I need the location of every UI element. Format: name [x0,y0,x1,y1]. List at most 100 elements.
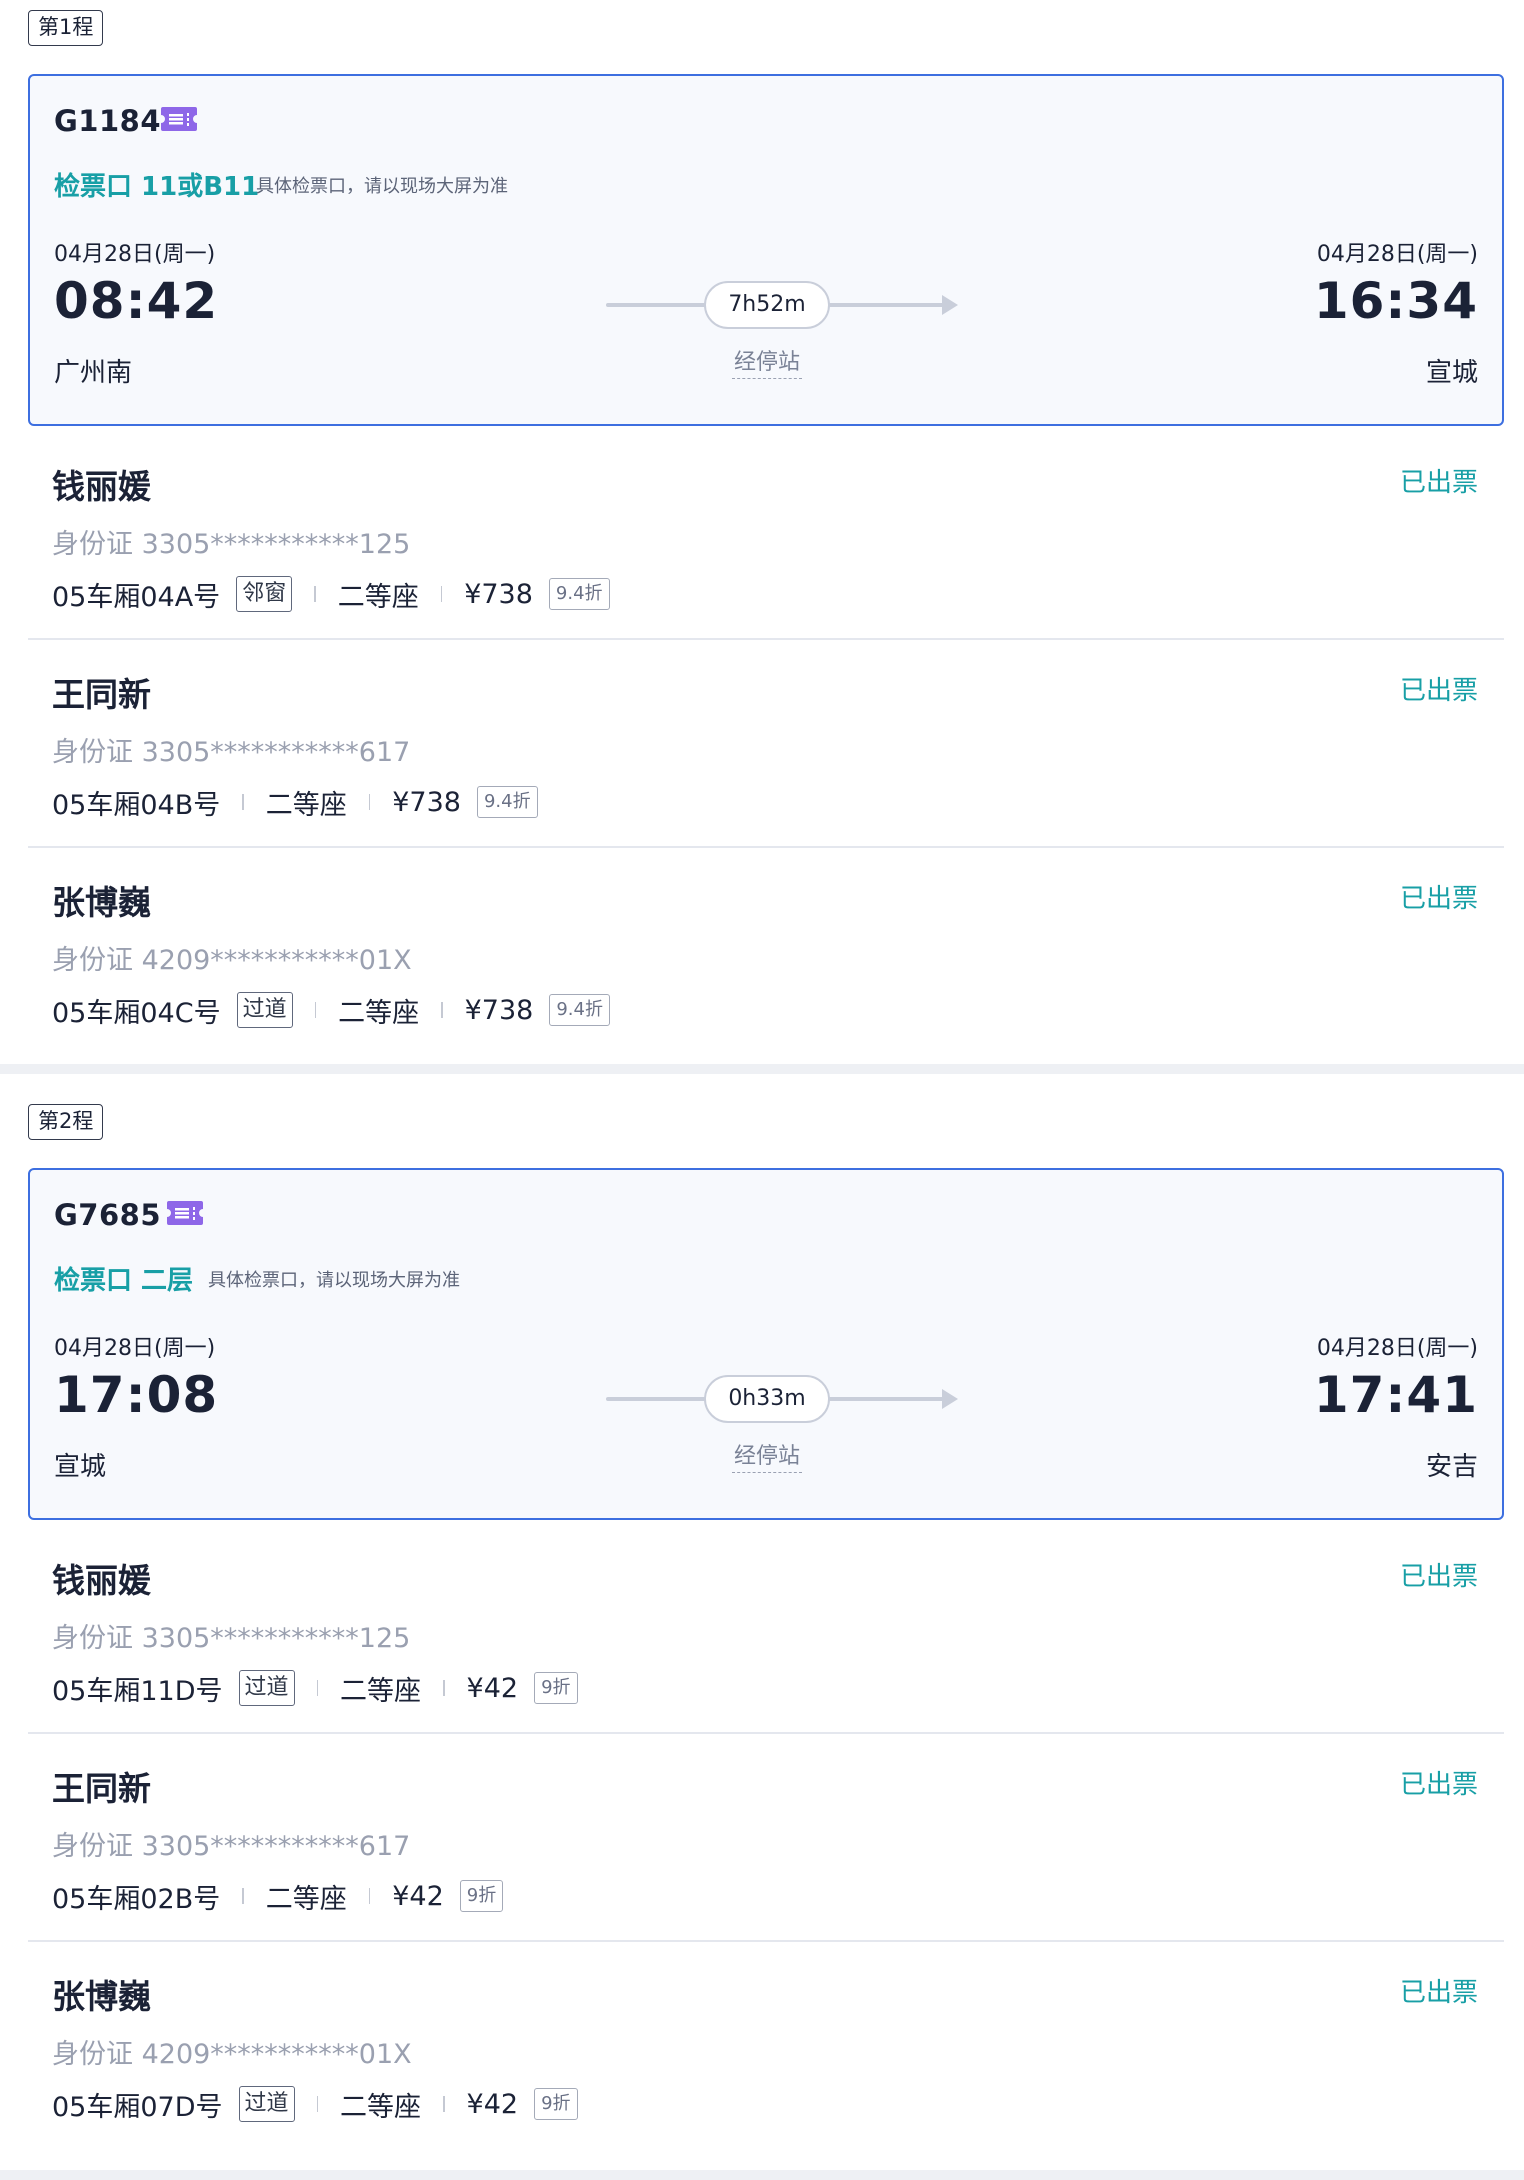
passenger-name: 王同新 [52,675,151,714]
passenger-id: 身份证 4209***********01X [52,2039,412,2070]
ticket-status: 已出票 [1399,884,1478,914]
seat-position-badge: 邻窗 [236,576,293,612]
seat-info: 05车厢04B号 二等座 ¥738 9.4折 [52,782,538,822]
ticket-gate: 检票口 11或B11 [54,172,260,202]
arrive-date: 04月28日(周一) [1316,242,1478,267]
seat-number: 05车厢02B号 [52,1883,221,1915]
seat-number: 05车厢04B号 [52,789,221,821]
divider [316,2096,319,2112]
route-arrow-icon [942,1389,958,1409]
ticket-status: 已出票 [1399,1562,1478,1592]
divider [314,586,316,602]
divider [443,2096,445,2112]
seat-info: 05车厢04A号 邻窗 二等座 ¥738 9.4折 [52,574,610,614]
passenger-name: 张博巍 [52,1977,151,2016]
ticket-price: ¥42 [466,1672,519,1704]
seat-position-badge: 过道 [238,1670,295,1706]
seat-class: 二等座 [340,1675,422,1707]
seat-info: 05车厢04C号 过道 二等座 ¥738 9.4折 [52,990,610,1030]
ticket-gate-note: 具体检票口，请以现场大屏为准 [256,176,508,197]
seat-class: 二等座 [265,1883,347,1915]
seat-class: 二等座 [265,789,347,821]
divider [441,1002,443,1018]
train-card[interactable]: G1184 检票口 11或B11 具体检票口，请以现场大屏为准 04月28日(周… [28,74,1504,426]
stops-link[interactable]: 经停站 [732,1438,802,1473]
ticket-price: ¥42 [392,1880,444,1912]
route-arrow-icon [942,295,958,315]
seat-info: 05车厢02B号 二等座 ¥42 9折 [52,1876,504,1916]
seat-number: 05车厢07D号 [52,2091,223,2123]
seat-position-badge: 过道 [236,992,293,1028]
passenger-name: 张博巍 [52,883,151,922]
depart-time: 08:42 [54,272,219,330]
trip-label: 第1程 [28,10,104,46]
train-card[interactable]: G7685 检票口 二层 具体检票口，请以现场大屏为准 04月28日(周一) 0… [28,1168,1504,1520]
ticket-price: ¥738 [464,578,533,610]
ticket-status: 已出票 [1399,676,1478,706]
arrive-time: 16:34 [1313,272,1478,330]
discount-badge: 9折 [534,1672,578,1704]
discount-badge: 9.4折 [476,786,538,818]
divider [443,1680,445,1696]
seat-class: 二等座 [340,2091,422,2123]
discount-badge: 9折 [534,2088,578,2120]
travel-duration: 7h52m [704,281,830,329]
trip-label: 第2程 [28,1104,104,1140]
seat-class: 二等座 [338,997,420,1029]
route-line [828,303,948,307]
passenger-row: 王同新 已出票 身份证 3305***********617 05车厢04B号 … [28,640,1504,848]
divider [440,586,443,602]
arrive-date: 04月28日(周一) [1316,1336,1478,1361]
seat-info: 05车厢11D号 过道 二等座 ¥42 9折 [52,1668,578,1708]
passenger-row: 钱丽媛 已出票 身份证 3305***********125 05车厢11D号 … [28,1526,1504,1734]
passenger-id: 身份证 3305***********617 [52,737,411,768]
trip-1: 第1程 G1184 检票口 11或B11 具体检票口，请以现场大屏为准 04月2… [0,0,1524,1064]
ticket-gate-note: 具体检票口，请以现场大屏为准 [208,1270,460,1291]
ticket-price: ¥42 [466,2088,519,2120]
passenger-id: 身份证 3305***********617 [52,1831,411,1862]
passenger-row: 张博巍 已出票 身份证 4209***********01X 05车厢07D号 … [28,1942,1504,2150]
passenger-id: 身份证 3305***********125 [52,1623,411,1654]
divider [368,794,371,810]
ticket-gate: 检票口 二层 [54,1266,194,1296]
ticket-price: ¥738 [464,994,534,1026]
train-number: G7685 [54,1198,162,1232]
passenger-name: 钱丽媛 [52,467,151,506]
discount-badge: 9.4折 [548,578,610,610]
ticket-price: ¥738 [392,786,461,818]
arrive-station: 宣城 [1425,358,1478,388]
divider [242,794,244,810]
ticket-status: 已出票 [1399,1978,1478,2008]
divider [242,1888,244,1904]
passenger-id: 身份证 4209***********01X [52,945,412,976]
divider [314,1002,317,1018]
depart-time: 17:08 [54,1366,219,1424]
depart-date: 04月28日(周一) [54,242,216,267]
ticket-icon[interactable] [160,106,198,132]
trip-2: 第2程 G7685 检票口 二层 具体检票口，请以现场大屏为准 04月28日(周… [0,1074,1524,2170]
seat-position-badge: 过道 [238,2086,295,2122]
ticket-status: 已出票 [1399,1770,1478,1800]
ticket-icon[interactable] [166,1200,204,1226]
arrive-time: 17:41 [1313,1366,1478,1424]
depart-station: 宣城 [54,1452,107,1482]
passenger-row: 王同新 已出票 身份证 3305***********617 05车厢02B号 … [28,1734,1504,1942]
seat-number: 05车厢11D号 [52,1675,223,1707]
route-line [828,1397,948,1401]
seat-info: 05车厢07D号 过道 二等座 ¥42 9折 [52,2084,578,2124]
discount-badge: 9.4折 [549,994,610,1026]
passenger-row: 张博巍 已出票 身份证 4209***********01X 05车厢04C号 … [28,848,1504,1056]
arrive-station: 安吉 [1425,1452,1478,1482]
trip-separator [0,2170,1524,2180]
depart-date: 04月28日(周一) [54,1336,216,1361]
passenger-row: 钱丽媛 已出票 身份证 3305***********125 05车厢04A号 … [28,432,1504,640]
divider [316,1680,319,1696]
passenger-id: 身份证 3305***********125 [52,529,411,560]
stops-link[interactable]: 经停站 [732,344,802,379]
travel-duration: 0h33m [704,1375,830,1423]
seat-class: 二等座 [337,581,419,613]
seat-number: 05车厢04C号 [52,997,221,1029]
seat-number: 05车厢04A号 [52,581,221,613]
passenger-name: 王同新 [52,1769,151,1808]
divider [368,1888,371,1904]
